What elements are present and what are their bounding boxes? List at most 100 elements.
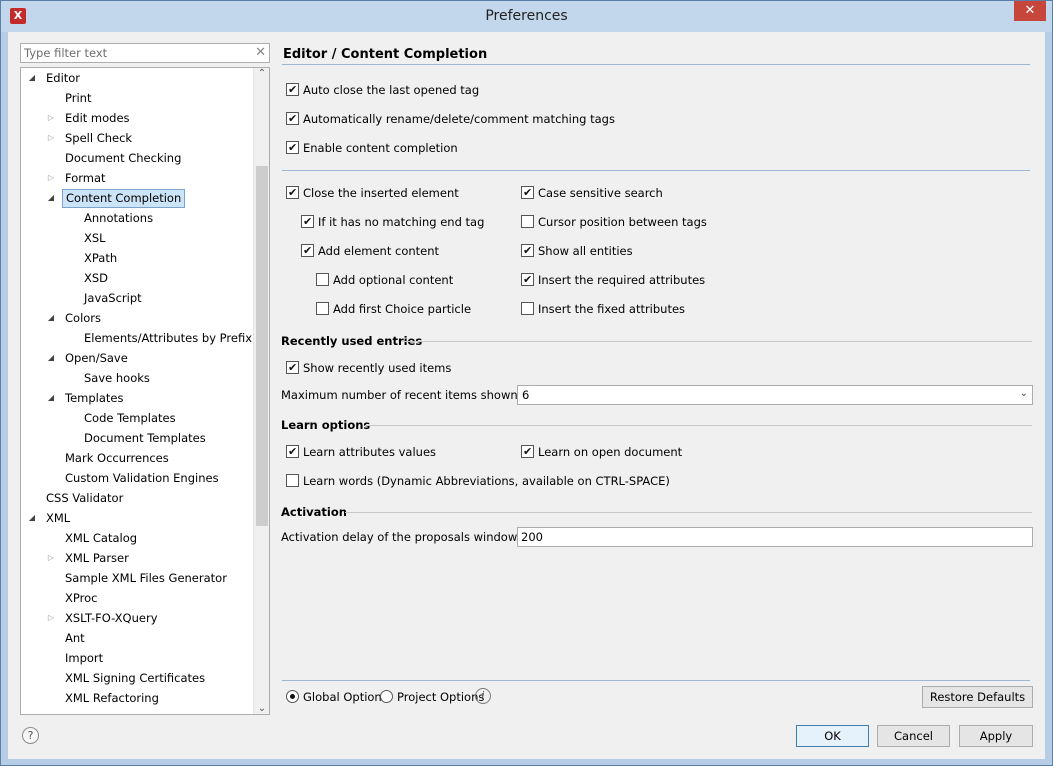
tree-item[interactable]: Code Templates — [21, 408, 253, 428]
tree-item[interactable]: JavaScript — [21, 288, 253, 308]
tree-item[interactable]: XSD — [21, 268, 253, 288]
learn-attributes-checkbox-box[interactable] — [286, 445, 299, 459]
project-options-radio-dot[interactable] — [380, 690, 393, 703]
options-divider — [282, 170, 1030, 171]
preferences-window: X Preferences ✕ ✕ XML Refactoring XML Sig… — [0, 0, 1053, 766]
tree-item-label: CSS Validator — [46, 491, 124, 505]
completion-option-checkbox-box[interactable] — [316, 302, 329, 315]
scroll-up-icon[interactable]: ⌃ — [254, 68, 269, 79]
max-recent-select[interactable]: 6 ⌄ — [517, 385, 1033, 405]
tree-item-label: Format — [65, 171, 106, 185]
expanded-arrow-icon[interactable]: ◢ — [46, 348, 56, 368]
tree-item[interactable]: XML Signing Certificates — [21, 668, 253, 688]
ok-button[interactable]: OK — [796, 725, 869, 747]
scroll-down-icon[interactable]: ⌄ — [254, 703, 269, 714]
collapsed-arrow-icon[interactable]: ▷ — [46, 108, 56, 128]
tree-item-label: JavaScript — [84, 291, 142, 305]
tree-item[interactable]: Annotations — [21, 208, 253, 228]
tree-item[interactable]: Elements/Attributes by Prefix — [21, 328, 253, 348]
title-bar[interactable]: X Preferences ✕ — [1, 1, 1052, 32]
search-option-checkbox-box[interactable] — [521, 186, 534, 200]
tree-item[interactable]: ▷ XSLT-FO-XQuery — [21, 608, 253, 628]
tree-item[interactable]: ▷ Edit modes — [21, 108, 253, 128]
cancel-button[interactable]: Cancel — [877, 725, 950, 747]
completion-option-checkbox-label: Add optional content — [333, 273, 454, 287]
collapsed-arrow-icon[interactable]: ▷ — [46, 608, 56, 628]
close-window-button[interactable]: ✕ — [1014, 1, 1046, 21]
activation-delay-input[interactable] — [518, 528, 1028, 546]
learn-open-doc-checkbox-box[interactable] — [521, 445, 534, 459]
expanded-arrow-icon[interactable]: ◢ — [27, 68, 37, 88]
tree-item[interactable]: Ant — [21, 628, 253, 648]
learn-words-label: Learn words (Dynamic Abbreviations, avai… — [303, 474, 670, 488]
tree-item[interactable]: Print — [21, 88, 253, 108]
apply-button[interactable]: Apply — [959, 725, 1033, 747]
top-option-checkbox-label: Automatically rename/delete/comment matc… — [303, 112, 615, 126]
clear-filter-icon[interactable]: ✕ — [255, 45, 266, 60]
info-icon[interactable]: i — [475, 688, 491, 704]
expanded-arrow-icon[interactable]: ◢ — [46, 308, 56, 328]
tree-item-label: Save hooks — [84, 371, 150, 385]
tree-item-label: Open/Save — [65, 351, 128, 365]
tree-item[interactable]: ◢ Templates — [21, 388, 253, 408]
footer-divider — [282, 680, 1030, 681]
tree-item[interactable]: Document Templates — [21, 428, 253, 448]
tree-item[interactable]: ▷ Spell Check — [21, 128, 253, 148]
tree-item[interactable]: Custom Validation Engines — [21, 468, 253, 488]
tree-item[interactable]: XSL — [21, 228, 253, 248]
tree-item[interactable]: Import — [21, 648, 253, 668]
tree-item[interactable]: XML Catalog — [21, 528, 253, 548]
help-icon[interactable]: ? — [22, 727, 39, 744]
tree-item[interactable]: ▷ Format — [21, 168, 253, 188]
tree-item[interactable]: Mark Occurrences — [21, 448, 253, 468]
tree-item-label: Import — [65, 651, 104, 665]
tree-item[interactable]: ◢ Open/Save — [21, 348, 253, 368]
tree-item[interactable]: ◢ Editor — [21, 68, 253, 88]
activation-delay-field[interactable] — [517, 527, 1033, 547]
tree-item[interactable]: ◢ XML — [21, 508, 253, 528]
show-recent-checkbox-box[interactable] — [286, 361, 299, 375]
tree-item[interactable]: CSS Validator — [21, 488, 253, 508]
expanded-arrow-icon[interactable]: ◢ — [46, 188, 56, 208]
tree-item[interactable]: Document Checking — [21, 148, 253, 168]
tree-item-label: XML Catalog — [65, 531, 138, 545]
tree-item[interactable]: Sample XML Files Generator — [21, 568, 253, 588]
completion-option-checkbox-box[interactable] — [301, 215, 314, 229]
restore-defaults-button[interactable]: Restore Defaults — [922, 686, 1033, 708]
search-option-checkbox-box[interactable] — [521, 273, 534, 287]
scroll-thumb[interactable] — [256, 166, 268, 526]
top-option-checkbox-box[interactable] — [286, 112, 299, 126]
tree-item[interactable]: XProc — [21, 588, 253, 608]
tree-item-label: XProc — [65, 591, 98, 605]
filter-box: ✕ — [20, 43, 270, 63]
tree-item-label: XPath — [84, 251, 118, 265]
collapsed-arrow-icon[interactable]: ▷ — [46, 128, 56, 148]
search-option-checkbox-box[interactable] — [521, 215, 534, 228]
completion-option-checkbox-box[interactable] — [286, 186, 299, 200]
collapsed-arrow-icon[interactable]: ▷ — [46, 548, 56, 568]
tree-item-label: Content Completion — [62, 189, 186, 208]
filter-input[interactable] — [21, 44, 249, 62]
global-options-radio-dot[interactable] — [286, 690, 299, 703]
expanded-arrow-icon[interactable]: ◢ — [27, 508, 37, 528]
tree-scrollbar[interactable]: ⌃ ⌄ — [253, 68, 269, 714]
tree-item[interactable]: Save hooks — [21, 368, 253, 388]
tree-item-label: Print — [65, 91, 92, 105]
tree-item[interactable]: XPath — [21, 248, 253, 268]
expanded-arrow-icon[interactable]: ◢ — [46, 388, 56, 408]
recent-divider — [402, 341, 1032, 342]
completion-option-checkbox-box[interactable] — [316, 273, 329, 286]
tree-item[interactable]: ▷ XML Parser — [21, 548, 253, 568]
tree-item[interactable]: XML Refactoring — [21, 688, 253, 708]
activation-delay-label: Activation delay of the proposals window… — [281, 530, 548, 544]
tree-item[interactable]: ◢ Colors — [21, 308, 253, 328]
collapsed-arrow-icon[interactable]: ▷ — [46, 168, 56, 188]
completion-option-checkbox-box[interactable] — [301, 244, 314, 258]
top-option-checkbox-box[interactable] — [286, 83, 299, 97]
top-option-checkbox-box[interactable] — [286, 141, 299, 155]
max-recent-label: Maximum number of recent items shown — [281, 388, 518, 402]
search-option-checkbox-box[interactable] — [521, 244, 534, 258]
tree-item[interactable]: ◢ Content Completion — [21, 188, 253, 208]
search-option-checkbox-box[interactable] — [521, 302, 534, 315]
learn-words-checkbox-box[interactable] — [286, 474, 299, 487]
